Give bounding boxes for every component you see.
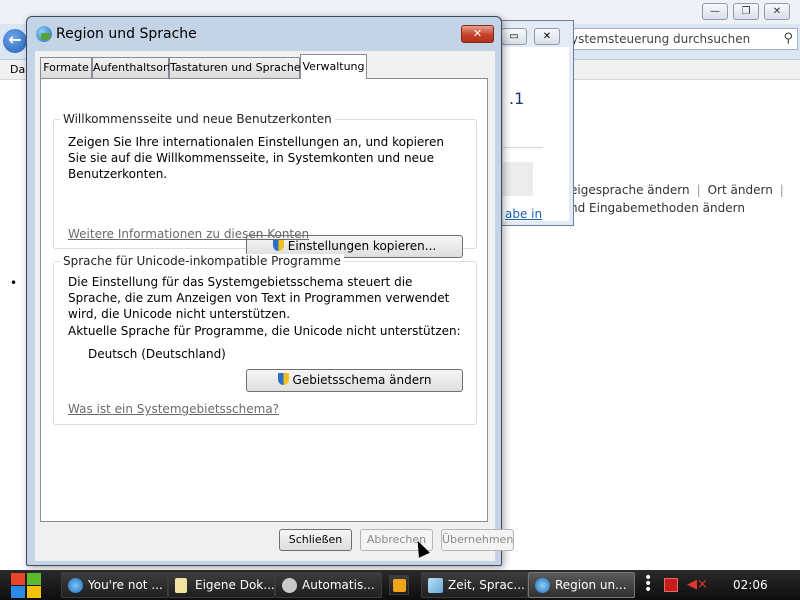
welcome-description: Zeigen Sie Ihre internationalen Einstell… (68, 135, 444, 181)
globe-icon (36, 26, 52, 42)
clock[interactable]: 02:06 (733, 578, 768, 592)
tab-aufenthaltsort[interactable]: Aufenthaltsort (92, 57, 172, 78)
link-eingabemethoden[interactable]: nd Eingabemethoden ändern (570, 201, 745, 215)
start-button[interactable] (10, 571, 43, 599)
group-legend: Willkommensseite und neue Benutzerkonten (60, 112, 335, 126)
dialog-body: Formate Aufenthaltsort Tastaturen und Sp… (35, 51, 514, 561)
taskbar-item-label: Zeit, Sprac... (448, 578, 525, 592)
document-icon (175, 578, 187, 593)
change-locale-label: Gebietsschema ändern (292, 373, 432, 387)
tab-panel-verwaltung: Willkommensseite und neue Benutzerkonten… (40, 78, 488, 522)
maximize-button[interactable]: ❐ (733, 3, 759, 20)
system-locale-info-link[interactable]: Was ist ein Systemgebietsschema? (68, 402, 279, 416)
separator: | (779, 183, 784, 197)
taskbar-item-label: Region un... (555, 578, 627, 592)
media-player-button[interactable] (389, 575, 409, 595)
version-text: .1 (509, 89, 525, 108)
close-button[interactable]: ✕ (764, 3, 790, 20)
ie-icon (68, 578, 83, 593)
search-placeholder: ystemsteuerung durchsuchen (571, 32, 751, 46)
windows-logo-icon (11, 573, 25, 585)
tab-formate[interactable]: Formate (40, 57, 92, 78)
taskbar-item-ie[interactable]: You're not ... (61, 572, 168, 598)
back-arrow-icon[interactable]: ← (3, 29, 27, 53)
taskbar-item-automation[interactable]: Automatis... (275, 572, 382, 598)
uac-shield-icon (277, 373, 289, 385)
separator: | (696, 183, 701, 197)
windows-logo-icon (27, 573, 41, 585)
group-legend: Sprache für Unicode-inkompatible Program… (60, 254, 344, 268)
search-icon[interactable]: ⚲ (783, 31, 793, 46)
taskbar-item-time-language[interactable]: Zeit, Sprac... (421, 572, 528, 598)
windows-logo-icon (27, 586, 41, 598)
taskbar-item-documents[interactable]: Eigene Dok... (168, 572, 275, 598)
tab-tastaturen-und-sprachen[interactable]: Tastaturen und Sprachen (169, 57, 308, 78)
link-ort[interactable]: Ort ändern (708, 183, 773, 197)
control-panel-icon (428, 578, 443, 593)
placeholder-box (503, 162, 533, 196)
accounts-info-link[interactable]: Weitere Informationen zu diesen Konten (68, 227, 309, 241)
close-button[interactable]: ✕ (461, 25, 494, 43)
taskbar-item-label: Automatis... (302, 578, 375, 592)
dialog-title: Region und Sprache (56, 26, 197, 42)
current-language-value: Deutsch (Deutschland) (88, 347, 226, 361)
automation-icon (282, 578, 297, 593)
link-anzeigesprache[interactable]: eigesprache ändern (570, 183, 690, 197)
taskbar-item-region-language[interactable]: Region un... (528, 572, 635, 598)
menu-item-partial[interactable]: Da (10, 63, 25, 76)
welcome-screen-group: Willkommensseite und neue Benutzerkonten… (53, 112, 477, 258)
task-links-row: eigesprache ändern | Ort ändern | (570, 183, 791, 197)
change-locale-button[interactable]: Gebietsschema ändern (246, 369, 463, 392)
current-language-label: Aktuelle Sprache für Programme, die Unic… (68, 324, 461, 338)
secondary-window: ▭ ✕ .1 abe in (498, 20, 574, 226)
divider (503, 147, 543, 148)
close-button[interactable]: ✕ (534, 28, 560, 45)
maximize-button[interactable]: ▭ (501, 28, 527, 45)
minimize-button[interactable]: — (702, 3, 728, 20)
taskbar-item-label: You're not ... (88, 578, 163, 592)
unicode-programs-group: Sprache für Unicode-inkompatible Program… (53, 254, 477, 425)
bullet-icon: • (10, 276, 18, 290)
windows-logo-icon (11, 586, 25, 598)
volume-muted-icon[interactable]: ◀× (687, 577, 708, 592)
search-input[interactable]: ystemsteuerung durchsuchen ⚲ (560, 28, 798, 50)
locale-description: Die Einstellung für das Systemgebietssch… (68, 275, 450, 321)
taskbar-item-label: Eigene Dok... (195, 578, 275, 592)
secondary-link[interactable]: abe in (505, 207, 542, 221)
globe-icon (535, 578, 550, 593)
close-dialog-button[interactable]: Schließen (279, 529, 352, 551)
apply-button[interactable]: Übernehmen (441, 529, 514, 551)
tab-verwaltung[interactable]: Verwaltung (300, 54, 367, 79)
region-language-dialog: Region und Sprache ✕ Formate Aufenthalts… (26, 16, 514, 566)
network-status-icon[interactable] (664, 578, 678, 592)
media-player-icon (393, 579, 406, 592)
secondary-window-content: .1 abe in (503, 47, 569, 221)
copy-settings-label: Einstellungen kopieren... (287, 239, 437, 253)
tray-overflow-icon[interactable]: • • • (644, 571, 652, 597)
